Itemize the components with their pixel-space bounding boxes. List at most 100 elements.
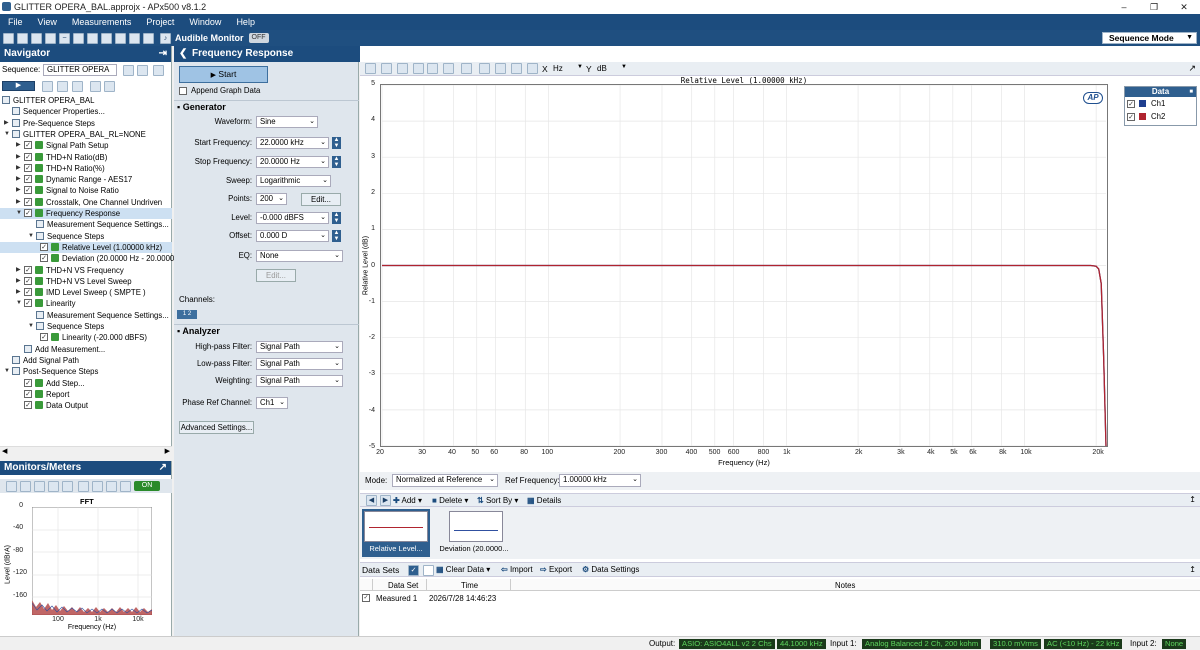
y-unit-select[interactable]: dB ▼ xyxy=(597,64,627,73)
tree-item[interactable]: ✓ Add Step... xyxy=(0,378,172,389)
level-select[interactable]: -0.000 dBFS ⌄ xyxy=(256,212,329,224)
run-sequence-button[interactable]: ▶ xyxy=(2,81,35,91)
item-checkbox[interactable]: ✓ xyxy=(24,141,32,150)
expand-icon[interactable]: ▼ xyxy=(4,366,10,377)
tree-item[interactable]: ▶ ✓ Crosstalk, One Channel Undriven xyxy=(0,197,172,208)
waveform-select[interactable]: Sine ⌄ xyxy=(256,116,318,128)
expand-icon[interactable]: ▼ xyxy=(4,129,10,140)
menu-help[interactable]: Help xyxy=(236,17,255,27)
weighting-select[interactable]: Signal Path ⌄ xyxy=(256,375,343,387)
tree-item[interactable]: ✓ Linearity (-20.000 dBFS) xyxy=(0,332,172,343)
expand-icon[interactable]: ▶ xyxy=(16,287,21,298)
item-checkbox[interactable]: ✓ xyxy=(24,209,32,217)
eq-edit-button[interactable]: Edit... xyxy=(256,269,296,282)
tree-item[interactable]: Add Signal Path xyxy=(0,355,172,366)
collapse-icon[interactable]: ↥ xyxy=(1189,495,1196,504)
navigator-scrollbar[interactable]: ◀ ▶ xyxy=(0,446,172,458)
item-checkbox[interactable]: ✓ xyxy=(40,242,48,251)
item-checkbox[interactable]: ✓ xyxy=(24,288,32,297)
item-checkbox[interactable]: ✓ xyxy=(24,401,32,410)
menu-view[interactable]: View xyxy=(38,17,57,27)
waveform-icon[interactable] xyxy=(143,32,154,44)
start-frequency-select[interactable]: 22.0000 kHz ⌄ xyxy=(256,137,329,149)
thumbnail-deviation[interactable]: Deviation (20.0000... xyxy=(436,509,512,557)
sequence-menu-icon[interactable] xyxy=(153,65,164,76)
popout-icon[interactable]: ↗ xyxy=(159,461,167,475)
item-checkbox[interactable]: ✓ xyxy=(24,265,32,274)
expand-icon[interactable]: ▶ xyxy=(4,118,9,129)
add-graph-button[interactable]: ✚ Add ▾ xyxy=(393,496,422,505)
sort-by-button[interactable]: ⇅ Sort By ▾ xyxy=(477,496,518,505)
export-graph-icon[interactable] xyxy=(511,63,522,74)
monitor-on-toggle[interactable]: ON xyxy=(134,481,160,491)
new-icon[interactable] xyxy=(3,32,14,44)
expand-icon[interactable]: ▼ xyxy=(28,321,34,332)
sequence-select[interactable]: GLITTER OPERA xyxy=(43,64,117,76)
expand-icon[interactable]: ▶ xyxy=(16,276,21,287)
tree-item[interactable]: ▶ ✓ IMD Level Sweep ( SMPTE ) xyxy=(0,287,172,298)
menu-window[interactable]: Window xyxy=(189,17,221,27)
back-icon[interactable]: ❮ xyxy=(179,46,187,62)
item-checkbox[interactable]: ✓ xyxy=(40,333,48,342)
popout-graph-icon[interactable]: ↗ xyxy=(1188,63,1196,74)
sequence-settings-icon[interactable] xyxy=(123,65,134,76)
delete-graph-button[interactable]: ■ Delete ▾ xyxy=(432,496,468,505)
check-all-icon[interactable]: ✓ xyxy=(408,565,419,576)
step-icon[interactable] xyxy=(42,81,53,92)
monitor-bluetooth-icon[interactable] xyxy=(78,481,89,492)
export-button[interactable]: ⇨ Export xyxy=(540,565,572,574)
clock-icon[interactable] xyxy=(129,32,140,44)
settings-icon[interactable] xyxy=(45,32,56,44)
expand-icon[interactable]: ▶ xyxy=(16,140,21,151)
sequence-mode-select[interactable]: Sequence Mode ▼ xyxy=(1102,32,1197,44)
zoom-fit-icon[interactable] xyxy=(365,63,376,74)
tree-item[interactable]: ▶ ✓ Signal Path Setup xyxy=(0,140,172,151)
thumbnail-relative-level[interactable]: Relative Level... xyxy=(362,509,430,557)
monitor-fft-icon[interactable] xyxy=(20,481,31,492)
report-icon[interactable] xyxy=(57,81,68,92)
tree-item[interactable]: ✓ Data Output xyxy=(0,400,172,411)
expand-icon[interactable]: ▼ xyxy=(28,231,34,242)
tree-item[interactable]: ▼ GLITTER OPERA_BAL_RL=NONE xyxy=(0,129,172,140)
tree-item[interactable]: ▶ ✓ Dynamic Range - AES17 xyxy=(0,174,172,185)
start-frequency-stepper[interactable]: ▲ ▼ xyxy=(332,137,341,149)
channel-toggle-icon[interactable]: 1 2 xyxy=(177,310,197,319)
tree-item[interactable]: ▶ ✓ THD+N Ratio(dB) xyxy=(0,152,172,163)
stop-frequency-select[interactable]: 20.0000 Hz ⌄ xyxy=(256,156,329,168)
stop-frequency-stepper[interactable]: ▲ ▼ xyxy=(332,156,341,168)
tree-item[interactable]: ✓ Report xyxy=(0,389,172,400)
x-unit-select[interactable]: Hz ▼ xyxy=(553,64,583,73)
sequence-copy-icon[interactable] xyxy=(137,65,148,76)
item-checkbox[interactable]: ✓ xyxy=(24,378,32,387)
pan-icon[interactable] xyxy=(443,63,454,74)
zoom-in-icon[interactable] xyxy=(413,63,424,74)
expand-icon[interactable]: ▶ xyxy=(16,197,21,208)
graph-settings-icon[interactable] xyxy=(381,63,392,74)
meter-icon[interactable] xyxy=(73,32,84,44)
uncheck-all-icon[interactable] xyxy=(423,565,434,576)
expand-icon[interactable]: ▼ xyxy=(16,208,22,219)
zoom-out-icon[interactable] xyxy=(427,63,438,74)
details-button[interactable]: ▦ Details xyxy=(527,496,561,505)
legend-item-ch1[interactable]: ✓ Ch1 xyxy=(1125,97,1196,110)
monitor-scope-icon[interactable] xyxy=(106,481,117,492)
lp-select[interactable]: Signal Path ⌄ xyxy=(256,358,343,370)
item-checkbox[interactable]: ✓ xyxy=(24,276,32,285)
save-icon[interactable] xyxy=(31,32,42,44)
ref-frequency-select[interactable]: 1.00000 kHz ⌄ xyxy=(559,474,641,487)
close-icon[interactable]: ✕ xyxy=(1170,0,1198,14)
tree-item[interactable]: ▶ ✓ THD+N Ratio(%) xyxy=(0,163,172,174)
tree-item[interactable]: ▼ Sequence Steps xyxy=(0,231,172,242)
eq-select[interactable]: None ⌄ xyxy=(256,250,343,262)
phase-select[interactable]: Ch1 ⌄ xyxy=(256,397,288,409)
clear-icon[interactable] xyxy=(90,81,101,92)
tree-item[interactable]: ▼ ✓ Linearity xyxy=(0,298,172,309)
expand-icon[interactable]: ▼ xyxy=(16,298,22,309)
menu-measurements[interactable]: Measurements xyxy=(72,17,132,27)
monitor-clock-icon[interactable] xyxy=(92,481,103,492)
audible-monitor-toggle[interactable]: OFF xyxy=(248,33,269,43)
item-checkbox[interactable]: ✓ xyxy=(40,254,48,263)
tree-item[interactable]: GLITTER OPERA_BAL xyxy=(0,95,172,106)
tree-item[interactable]: Sequencer Properties... xyxy=(0,106,172,117)
tree-item[interactable]: Measurement Sequence Settings... xyxy=(0,219,172,230)
